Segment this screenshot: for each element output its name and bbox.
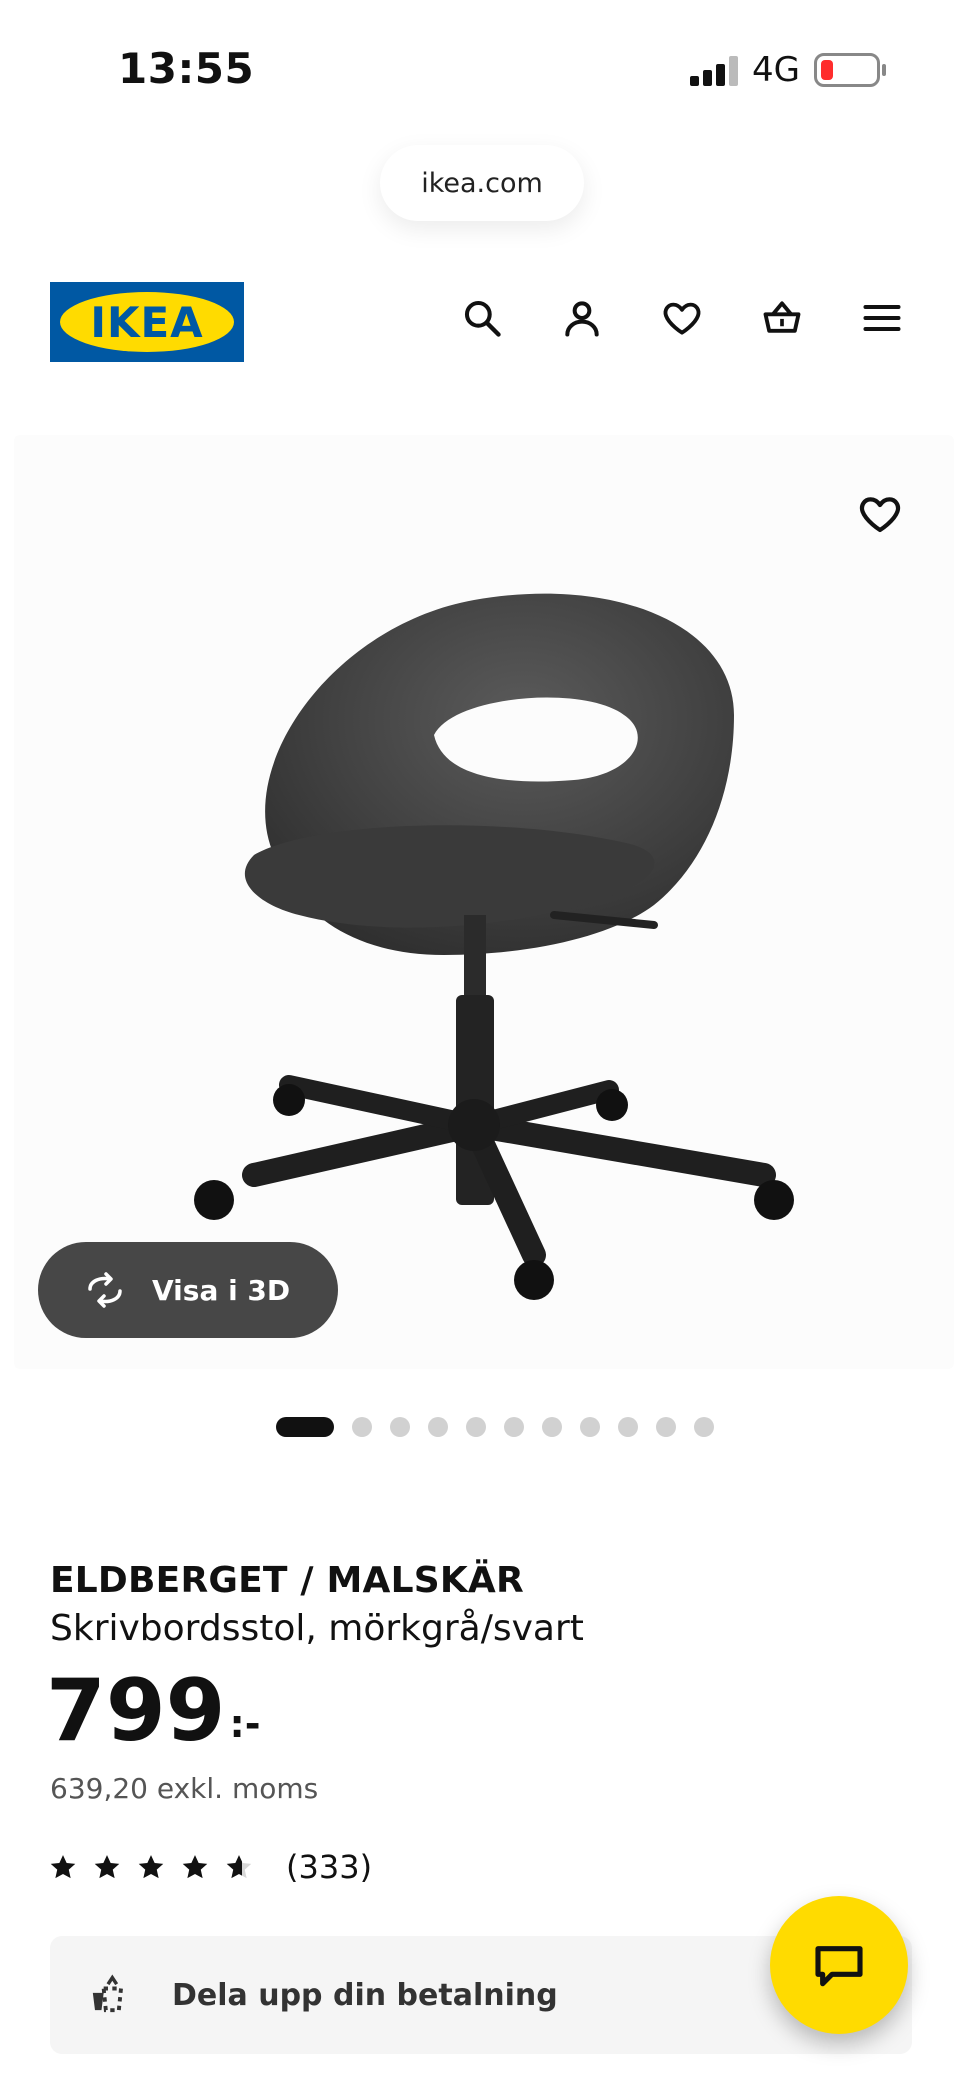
logo-oval: IKEA <box>60 292 234 352</box>
search-icon[interactable] <box>460 296 504 340</box>
url-pill[interactable]: ikea.com <box>380 145 584 221</box>
pagination-dot[interactable] <box>694 1417 714 1437</box>
logo-wordmark: IKEA <box>90 297 204 347</box>
chair-illustration <box>194 593 794 1300</box>
pagination-dot[interactable] <box>618 1417 638 1437</box>
image-pagination <box>276 1417 714 1437</box>
url-text: ikea.com <box>421 167 543 199</box>
star-icon <box>182 1855 208 1879</box>
chat-icon <box>815 1946 863 1987</box>
heart-icon <box>859 497 901 533</box>
battery-icon <box>814 53 886 87</box>
heart-icon[interactable] <box>660 296 704 340</box>
status-indicators: 4G <box>690 50 886 90</box>
signal-icon <box>690 54 739 86</box>
pagination-dot[interactable] <box>580 1417 600 1437</box>
star-icon <box>94 1855 120 1879</box>
price: 799 :- <box>46 1668 261 1754</box>
favorite-button[interactable] <box>856 490 904 538</box>
pagination-dot[interactable] <box>504 1417 524 1437</box>
pagination-dot[interactable] <box>542 1417 562 1437</box>
rating[interactable]: (333) <box>48 1848 372 1886</box>
chat-button[interactable] <box>770 1896 908 2034</box>
basket-icon[interactable] <box>760 296 804 340</box>
user-icon[interactable] <box>560 296 604 340</box>
rotate-3d-icon <box>88 1272 122 1308</box>
pagination-dot-active[interactable] <box>276 1417 334 1437</box>
product-title: ELDBERGET / MALSKÄR <box>50 1560 524 1601</box>
star-icon <box>50 1855 76 1879</box>
price-suffix: :- <box>229 1702 261 1746</box>
header-actions <box>460 296 904 340</box>
pagination-dot[interactable] <box>390 1417 410 1437</box>
pagination-dot[interactable] <box>656 1417 676 1437</box>
pagination-dot[interactable] <box>352 1417 372 1437</box>
split-payment-label: Dela upp din betalning <box>172 1977 558 2013</box>
pagination-dot[interactable] <box>466 1417 486 1437</box>
status-time: 13:55 <box>118 44 255 93</box>
price-amount: 799 <box>46 1661 226 1761</box>
view-3d-label: Visa i 3D <box>152 1273 291 1307</box>
product-image[interactable] <box>14 435 954 1369</box>
installment-icon <box>92 1974 124 2013</box>
star-icon <box>138 1855 164 1879</box>
rating-stars <box>48 1852 254 1882</box>
pagination-dot[interactable] <box>428 1417 448 1437</box>
view-3d-button[interactable]: Visa i 3D <box>38 1242 338 1338</box>
ikea-logo[interactable]: IKEA <box>50 282 244 362</box>
star-icon <box>226 1855 252 1879</box>
product-subtitle: Skrivbordsstol, mörkgrå/svart <box>50 1608 584 1649</box>
rating-count: (333) <box>286 1848 373 1886</box>
price-ex-vat: 639,20 exkl. moms <box>50 1772 319 1805</box>
menu-icon[interactable] <box>860 296 904 340</box>
network-type: 4G <box>752 50 800 90</box>
